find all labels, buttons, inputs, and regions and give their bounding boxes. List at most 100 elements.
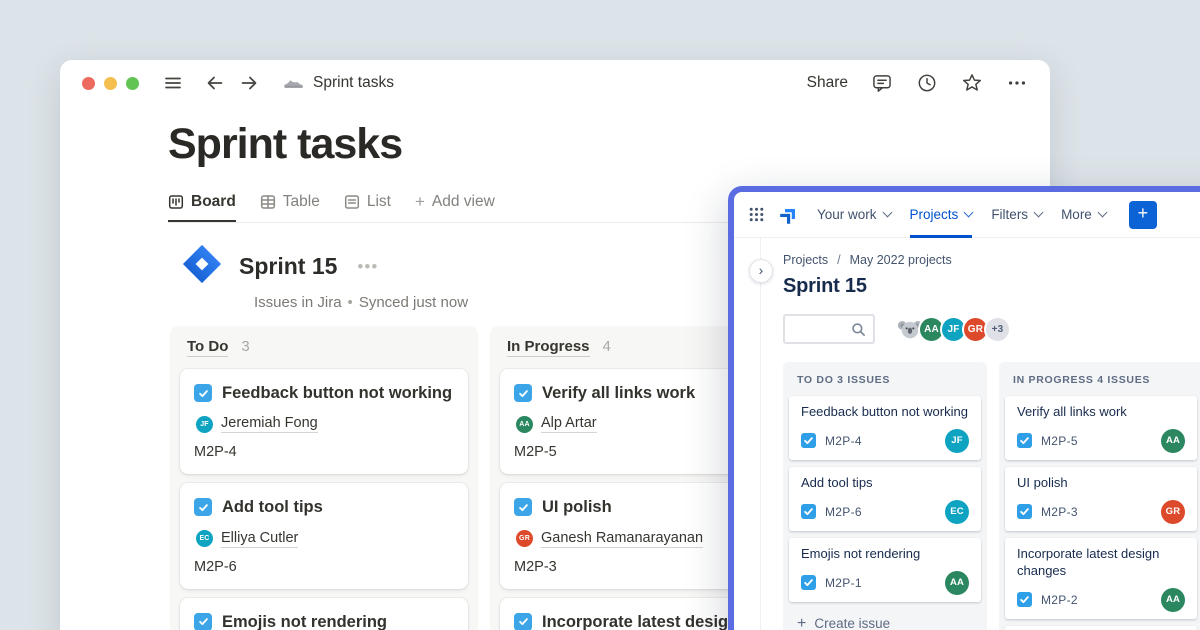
nav-projects[interactable]: Projects [910,192,973,238]
jira-logo-icon[interactable] [779,205,799,225]
more-options-icon[interactable] [1006,72,1028,94]
add-view-button[interactable]: + Add view [415,192,495,223]
issue-assignee-avatar[interactable]: GR [1161,500,1185,524]
task-type-checkbox-icon [801,433,816,448]
issue-key: M2P-1 [825,576,862,590]
jira-issue-card[interactable]: UI polishM2P-3GR [1005,467,1197,531]
card-title: Feedback button not working [222,382,452,404]
assignee-name[interactable]: Elliya Cutler [221,530,298,548]
tab-table[interactable]: Table [260,193,320,222]
breadcrumb-current-link[interactable]: May 2022 projects [850,253,952,267]
card-title-row: Emojis not rendering [194,611,454,630]
task-type-checkbox-icon [1017,592,1032,607]
assignee-name[interactable]: Jeremiah Fong [221,415,318,433]
issue-meta-row: M2P-1 AA [801,571,969,595]
page-title: Sprint tasks [168,120,1050,169]
task-type-checkbox-icon [801,504,816,519]
jira-issue-card[interactable]: Emojis not rendering M2P-1 AA [789,538,981,602]
board-card[interactable]: Feedback button not working JF Jeremiah Fo… [180,369,468,474]
assignee-avatar: JF [196,416,213,433]
column-name[interactable]: In Progress [507,338,590,357]
database-source: Issues in Jira [254,294,342,311]
issue-title: Emojis not rendering [801,546,969,563]
card-title-row: Add tool tips [194,496,454,518]
expand-sidebar-button[interactable]: › [749,259,773,283]
notion-titlebar: Sprint tasks Share [60,60,1050,106]
tab-table-label: Table [283,193,320,211]
breadcrumb-projects-link[interactable]: Projects [783,253,828,267]
avatar-group: AAJFGR+3 [896,316,1006,343]
jira-board-column: IN PROGRESS 4 ISSUESVerify all links wor… [999,362,1200,630]
issue-assignee-avatar[interactable]: EC [945,500,969,524]
jira-issue-card[interactable]: Incorporate latest design changesM2P-2AA [1005,538,1197,619]
checked-checkbox-icon[interactable] [194,498,212,516]
nav-your-work[interactable]: Your work [817,192,891,238]
assignee-name[interactable]: Alp Artar [541,415,597,433]
jira-issue-card[interactable]: Add tool tipsM2P-6EC [789,467,981,531]
issue-title: Feedback button not working [801,404,969,421]
checked-checkbox-icon[interactable] [514,384,532,402]
app-switcher-icon[interactable] [749,207,764,222]
issue-title: Verify all links work [1017,404,1185,421]
search-icon [851,322,866,337]
database-options-icon[interactable]: ••• [357,257,378,277]
checked-checkbox-icon[interactable] [194,384,212,402]
issue-assignee-avatar[interactable]: AA [1161,429,1185,453]
updates-clock-icon[interactable] [916,72,938,94]
board-search-input[interactable] [783,314,875,344]
sneaker-page-icon [283,73,304,94]
column-name[interactable]: To Do [187,338,228,357]
plus-icon: + [415,192,425,212]
close-window-button[interactable] [82,77,95,90]
nav-more[interactable]: More [1061,192,1106,238]
jira-board-column: TO DO 3 ISSUESFeedback button not workin… [783,362,987,630]
more-users-badge[interactable]: +3 [984,316,1011,343]
create-button[interactable]: + [1129,201,1157,229]
card-title: Verify all links work [542,382,695,404]
chevron-down-icon [882,208,892,218]
share-button[interactable]: Share [807,74,848,92]
jira-issue-card[interactable]: Feedback button not working M2P-4 JF [789,396,981,460]
subtitle-separator: • [348,294,353,311]
issue-assignee-avatar[interactable]: AA [945,571,969,595]
checked-checkbox-icon[interactable] [514,613,532,630]
create-issue-button[interactable]: +Create issue [789,609,981,630]
issue-assignee-avatar[interactable]: AA [1161,588,1185,612]
nav-projects-label: Projects [910,207,959,222]
tab-list[interactable]: List [344,193,391,222]
back-arrow-icon[interactable] [205,73,225,93]
assignee-avatar: GR [516,530,533,547]
add-view-label: Add view [432,193,495,211]
assignee-avatar: EC [196,530,213,547]
jira-issue-card[interactable]: Verify all links work M2P-5 AA [1005,396,1197,460]
checked-checkbox-icon[interactable] [514,498,532,516]
issue-key: M2P-2 [1041,593,1078,607]
issue-key: M2P-5 [1041,434,1078,448]
issue-title: UI polish [1017,475,1185,492]
desktop-background: Sprint tasks Share Sprint tasks [0,0,1200,630]
column-count: 4 [603,338,611,355]
forward-arrow-icon[interactable] [239,73,259,93]
titlebar-doc-title: Sprint tasks [313,74,394,92]
minimize-window-button[interactable] [104,77,117,90]
sidebar-menu-icon[interactable] [163,73,183,93]
card-assignee: JF Jeremiah Fong [196,415,454,433]
jira-page-title: Sprint 15 [783,275,1200,298]
tab-board-label: Board [191,193,236,211]
card-assignee: EC Elliya Cutler [196,530,454,548]
assignee-avatar: AA [516,416,533,433]
create-issue-label: Create issue [814,616,890,630]
comments-icon[interactable] [871,72,893,94]
checked-checkbox-icon[interactable] [194,613,212,630]
board-card[interactable]: Emojis not renderingAAAlp Artar [180,598,468,630]
zoom-window-button[interactable] [126,77,139,90]
tab-board[interactable]: Board [168,193,236,222]
assignee-name[interactable]: Ganesh Ramanarayanan [541,530,703,548]
jira-issue-card[interactable] [1005,626,1197,630]
card-issue-key: M2P-6 [194,559,454,575]
issue-key: M2P-4 [825,434,862,448]
board-card[interactable]: Add tool tips EC Elliya Cutler M2P-6 [180,483,468,588]
issue-assignee-avatar[interactable]: JF [945,429,969,453]
nav-filters[interactable]: Filters [991,192,1042,238]
favorite-star-icon[interactable] [961,72,983,94]
